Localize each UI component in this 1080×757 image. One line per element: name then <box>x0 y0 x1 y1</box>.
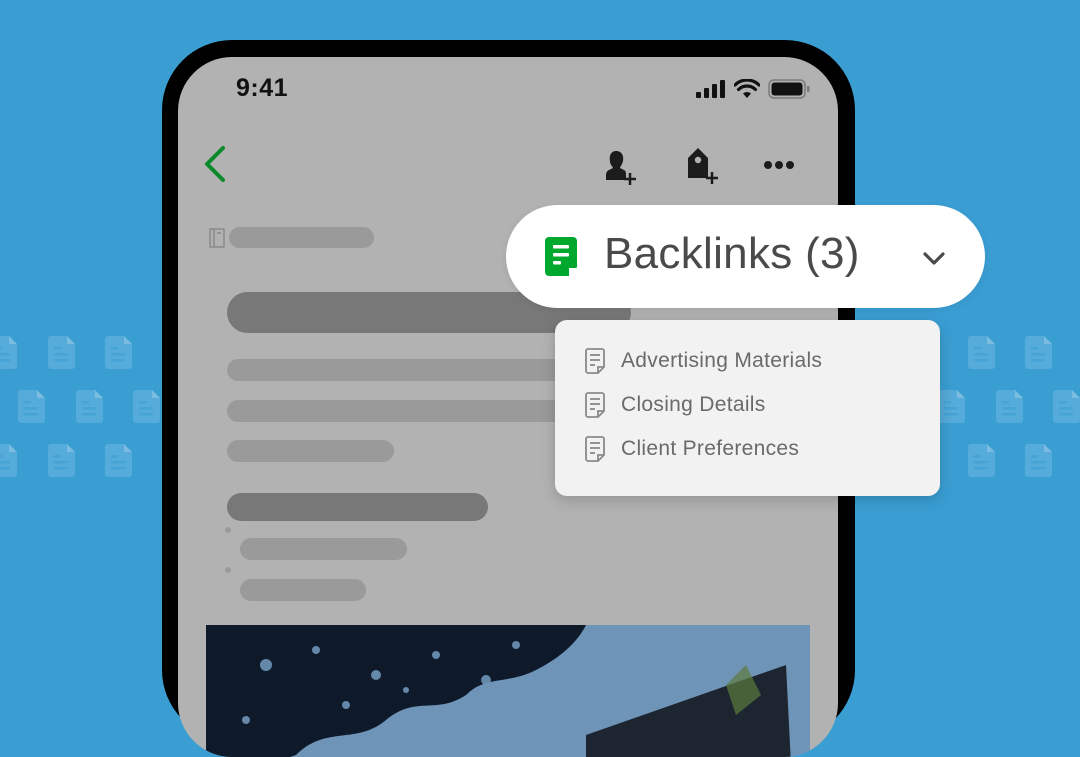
notebook-name-placeholder <box>229 227 374 248</box>
backlink-label: Advertising Materials <box>621 349 823 372</box>
heading-placeholder <box>227 493 488 521</box>
backlink-item[interactable]: Client Preferences <box>585 432 799 466</box>
pattern-doc-icon <box>105 336 132 369</box>
backlink-label: Closing Details <box>621 393 766 416</box>
share-button[interactable] <box>602 147 642 187</box>
text-line-placeholder <box>227 400 607 422</box>
back-button[interactable] <box>200 143 230 185</box>
backlinks-dropdown: Advertising Materials Closing Details Cl… <box>555 320 940 496</box>
note-image <box>206 625 810 757</box>
pattern-doc-icon <box>967 336 995 369</box>
status-icons <box>696 79 810 99</box>
pattern-doc-icon <box>1025 336 1052 369</box>
pattern-doc-icon <box>133 390 160 423</box>
chevron-left-icon <box>205 146 225 182</box>
pattern-doc-icon <box>995 390 1023 423</box>
list-bullet <box>225 567 231 573</box>
pattern-doc-icon <box>18 390 45 423</box>
pattern-doc-icon <box>47 336 75 369</box>
backlinks-label: Backlinks (3) <box>604 229 860 278</box>
pattern-doc-icon <box>47 444 75 477</box>
text-line-placeholder <box>227 440 394 462</box>
backlinks-toggle[interactable]: Backlinks (3) <box>506 205 985 308</box>
backlink-item[interactable]: Closing Details <box>585 388 766 422</box>
backlink-label: Client Preferences <box>621 437 800 460</box>
pattern-doc-icon <box>967 444 995 477</box>
list-bullet <box>225 527 231 533</box>
chevron-down-icon <box>923 252 945 265</box>
pattern-doc-icon <box>1025 444 1052 477</box>
pattern-doc-icon <box>0 336 17 369</box>
photo-scene <box>206 625 810 757</box>
note-icon <box>585 436 605 462</box>
more-button[interactable] <box>762 155 796 175</box>
pattern-doc-icon <box>105 444 132 477</box>
status-time: 9:41 <box>236 74 289 102</box>
pattern-doc-icon <box>0 444 17 477</box>
list-item-placeholder <box>240 538 407 560</box>
note-icon <box>545 237 577 276</box>
notebook-icon <box>209 228 225 248</box>
wifi-icon <box>734 79 760 98</box>
cellular-signal-icon <box>696 80 725 98</box>
battery-icon <box>768 79 810 99</box>
note-icon <box>585 348 605 374</box>
list-item-placeholder <box>240 579 366 601</box>
more-icon <box>764 161 794 169</box>
add-tag-icon <box>688 148 718 184</box>
pattern-doc-icon <box>75 390 103 423</box>
backlink-item[interactable]: Advertising Materials <box>585 344 822 378</box>
text-line-placeholder <box>227 359 607 381</box>
add-tag-button[interactable] <box>684 145 724 187</box>
pattern-doc-icon <box>938 390 965 423</box>
note-icon <box>585 392 605 418</box>
pattern-doc-icon <box>1053 390 1080 423</box>
share-user-icon <box>606 151 636 185</box>
